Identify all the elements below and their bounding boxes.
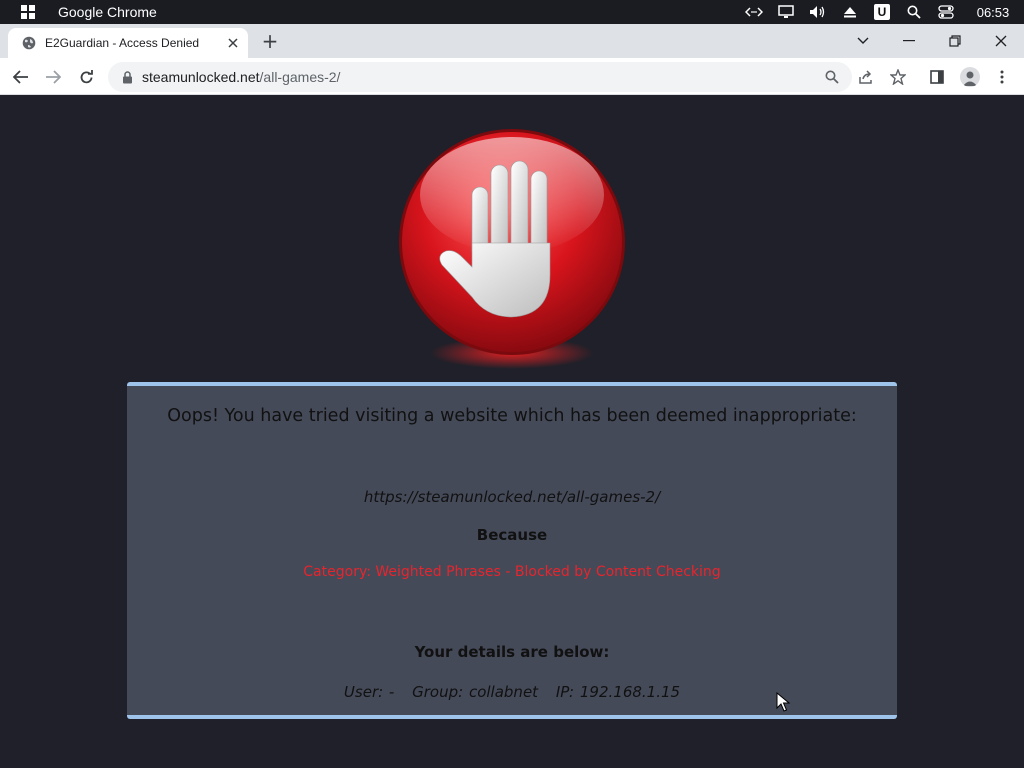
url-path: /all-games-2/ bbox=[259, 69, 341, 85]
side-panel-icon[interactable] bbox=[924, 64, 950, 90]
close-tab-icon[interactable] bbox=[226, 36, 240, 50]
block-reason: Category: Weighted Phrases - Blocked by … bbox=[303, 564, 721, 580]
windows-start-icon[interactable] bbox=[16, 0, 40, 24]
forward-arrow-icon[interactable] bbox=[40, 64, 66, 90]
chrome-menu-icon[interactable] bbox=[989, 64, 1015, 90]
eject-icon[interactable] bbox=[834, 0, 866, 24]
browser-toolbar: steamunlocked.net/all-games-2/ bbox=[0, 58, 1024, 95]
profile-avatar[interactable] bbox=[957, 64, 983, 90]
display-icon[interactable] bbox=[770, 0, 802, 24]
because-label: Because bbox=[476, 526, 548, 544]
address-bar[interactable]: steamunlocked.net/all-games-2/ bbox=[108, 62, 852, 92]
ip-value: IP: 192.168.1.15 bbox=[555, 683, 681, 701]
control-center-icon[interactable] bbox=[930, 0, 962, 24]
remote-connection-icon[interactable] bbox=[738, 0, 770, 24]
stop-hand-icon bbox=[394, 125, 630, 375]
profile-person-icon bbox=[960, 67, 980, 87]
tab-strip: E2Guardian - Access Denied + bbox=[0, 24, 1024, 58]
new-tab-button[interactable]: + bbox=[258, 31, 282, 53]
tab-e2guardian[interactable]: E2Guardian - Access Denied bbox=[8, 28, 248, 58]
tab-search-icon[interactable] bbox=[840, 24, 886, 58]
os-top-bar: Google Chrome U 06:53 bbox=[0, 0, 1024, 24]
block-message-panel: Oops! You have tried visiting a website … bbox=[127, 382, 897, 719]
group-value: Group: collabnet bbox=[412, 683, 539, 701]
u-app-icon[interactable]: U bbox=[866, 0, 898, 24]
blocked-url: https://steamunlocked.net/all-games-2/ bbox=[363, 488, 661, 506]
close-window-button[interactable] bbox=[978, 24, 1024, 58]
restore-button[interactable] bbox=[932, 24, 978, 58]
bookmark-star-icon[interactable] bbox=[885, 64, 911, 90]
system-tray: U 06:53 bbox=[738, 0, 1024, 24]
active-app-name: Google Chrome bbox=[58, 4, 157, 20]
system-clock: 06:53 bbox=[976, 4, 1010, 20]
url-host: steamunlocked.net bbox=[142, 69, 260, 85]
u-app-letter: U bbox=[874, 4, 890, 20]
details-label: Your details are below: bbox=[414, 643, 610, 661]
minimize-button[interactable] bbox=[886, 24, 932, 58]
lock-icon[interactable] bbox=[120, 70, 134, 84]
volume-icon[interactable] bbox=[802, 0, 834, 24]
block-heading: Oops! You have tried visiting a website … bbox=[167, 406, 857, 426]
blocked-page: Oops! You have tried visiting a website … bbox=[0, 95, 1024, 768]
tab-title: E2Guardian - Access Denied bbox=[45, 36, 200, 50]
user-value: User: - bbox=[343, 683, 395, 701]
mouse-pointer-icon bbox=[776, 691, 791, 712]
reload-icon[interactable] bbox=[73, 64, 99, 90]
back-arrow-icon[interactable] bbox=[8, 64, 34, 90]
search-icon[interactable] bbox=[898, 0, 930, 24]
share-icon[interactable] bbox=[853, 64, 879, 90]
zoom-search-icon[interactable] bbox=[820, 66, 844, 88]
globe-icon bbox=[22, 36, 36, 50]
